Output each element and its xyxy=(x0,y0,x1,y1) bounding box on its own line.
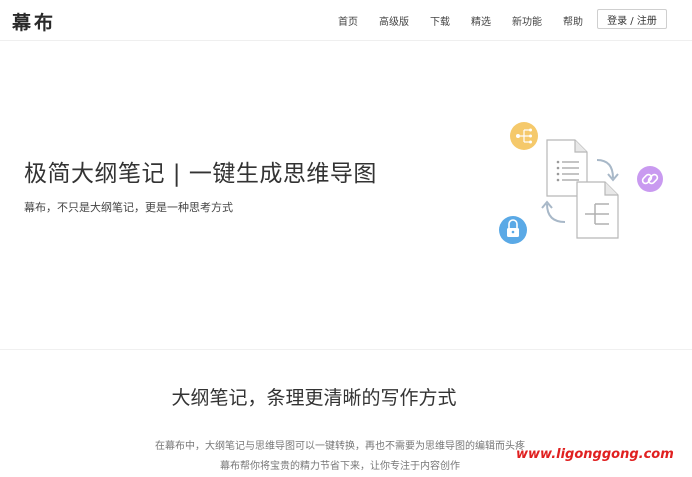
section-title: 大纲笔记，条理更清晰的写作方式 xyxy=(171,387,457,409)
nav-item-help[interactable]: 帮助 xyxy=(563,13,583,28)
mindmap-document-icon xyxy=(576,181,619,239)
nav-item-featured[interactable]: 精选 xyxy=(471,13,491,28)
hero-title: 极简大纲笔记 | 一键生成思维导图 xyxy=(24,161,377,187)
top-navigation-bar: 幕布 首页 高级版 下载 精选 新功能 帮助 登录 / 注册 xyxy=(0,0,692,41)
nav-item-premium[interactable]: 高级版 xyxy=(379,13,409,28)
hero-illustration xyxy=(499,122,663,244)
logo[interactable]: 幕布 xyxy=(12,8,56,35)
login-register-button[interactable]: 登录 / 注册 xyxy=(597,9,667,29)
lock-icon xyxy=(499,216,527,244)
sync-arrow-icon xyxy=(596,159,614,179)
page: 幕布 首页 高级版 下载 精选 新功能 帮助 登录 / 注册 极简大纲笔记 | … xyxy=(0,0,692,477)
link-icon xyxy=(637,166,663,192)
mindmap-icon xyxy=(510,122,538,150)
section-divider xyxy=(0,349,692,350)
nav-item-home[interactable]: 首页 xyxy=(338,13,358,28)
main-nav: 首页 高级版 下载 精选 新功能 帮助 xyxy=(330,0,604,40)
nav-item-new-features[interactable]: 新功能 xyxy=(512,13,542,28)
watermark: www.ligonggong.com xyxy=(516,447,674,462)
hero-subtitle: 幕布，不只是大纲笔记，更是一种思考方式 xyxy=(24,201,233,214)
nav-item-download[interactable]: 下载 xyxy=(430,13,450,28)
